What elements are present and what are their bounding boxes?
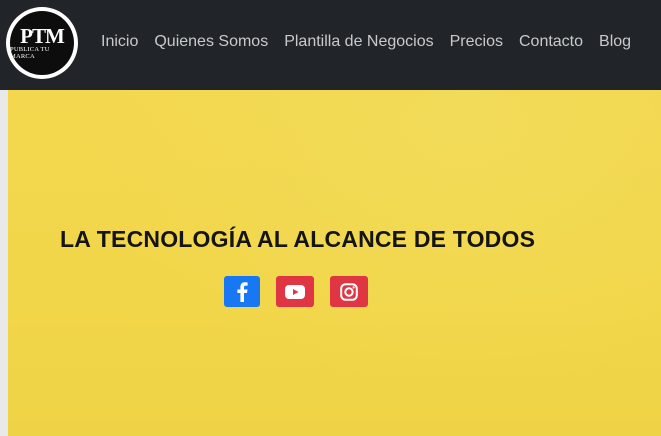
facebook-icon [237,281,248,302]
logo-initials: PTM [20,23,65,48]
nav-item-blog[interactable]: Blog [599,32,631,52]
nav-item-contacto[interactable]: Contacto [519,32,583,52]
logo[interactable]: PTM PUBLICA TU MARCA [6,7,78,79]
hero-section: LA TECNOLOGÍA AL ALCANCE DE TODOS [8,90,661,436]
nav-item-plantilla-de-negocios[interactable]: Plantilla de Negocios [284,32,433,52]
top-navbar: PTM PUBLICA TU MARCA Inicio Quienes Somo… [0,0,661,90]
youtube-icon [285,284,305,299]
nav-item-inicio[interactable]: Inicio [101,32,138,52]
nav-item-precios[interactable]: Precios [450,32,503,52]
logo-badge: PTM PUBLICA TU MARCA [10,11,74,75]
hero-background [8,90,661,436]
instagram-icon [340,282,358,301]
nav-item-quienes-somos[interactable]: Quienes Somos [154,32,268,52]
hero-title: LA TECNOLOGÍA AL ALCANCE DE TODOS [60,226,536,252]
facebook-button[interactable] [224,276,260,307]
main-nav: Inicio Quienes Somos Plantilla de Negoci… [101,32,631,52]
instagram-button[interactable] [330,276,368,307]
logo-tagline: PUBLICA TU MARCA [10,45,50,60]
youtube-button[interactable] [276,276,314,307]
